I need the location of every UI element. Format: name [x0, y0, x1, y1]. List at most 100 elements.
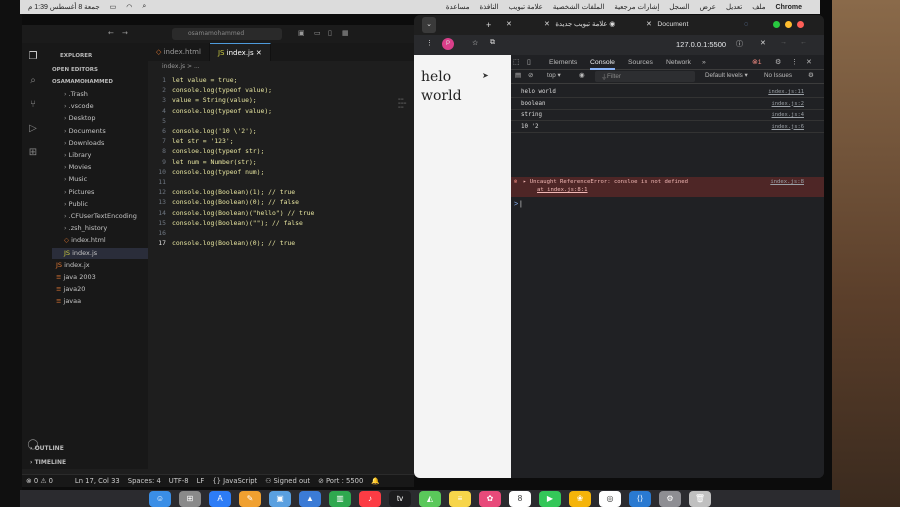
code-line[interactable]: 14 console.log(Boolean)("hello") // true — [148, 208, 414, 218]
folder-item[interactable]: › Movies — [64, 162, 91, 173]
tv-icon[interactable]: tv — [389, 490, 411, 507]
device-toolbar-icon[interactable]: ▯ — [527, 55, 531, 70]
finder-icon[interactable]: ☺ — [149, 490, 171, 507]
tab-console[interactable]: Console — [590, 55, 615, 70]
workspace-root[interactable]: OSAMAMOHAMMED — [52, 77, 113, 88]
code-line[interactable]: 3 value = String(value); — [148, 95, 414, 105]
close-devtools-icon[interactable]: ✕ — [806, 55, 812, 70]
menu-item-history[interactable]: السجل — [669, 3, 689, 11]
folder-item[interactable]: › .zsh_history — [64, 223, 107, 234]
open-editors-section[interactable]: OPEN EDITORS — [52, 65, 98, 76]
new-tab-button[interactable]: + — [486, 17, 491, 33]
console-prompt[interactable]: > | — [514, 201, 522, 208]
trash-icon[interactable]: 🗑 — [689, 490, 711, 507]
stop-loading-icon[interactable]: ✕ — [760, 39, 766, 47]
menu-item-tab[interactable]: علامة تبويب — [509, 3, 543, 11]
photos-icon[interactable]: ✿ — [479, 490, 501, 507]
menu-item-file[interactable]: ملف — [752, 3, 765, 11]
live-server-port[interactable]: ⊘ Port : 5500 — [318, 477, 363, 485]
keynote-icon[interactable]: ▲ — [299, 490, 321, 507]
facetime-icon[interactable]: ▶ — [539, 490, 561, 507]
pages-icon[interactable]: ✎ — [239, 490, 261, 507]
back-arrow-icon[interactable]: ← — [108, 29, 114, 37]
maps-icon[interactable]: ◭ — [419, 490, 441, 507]
close-window-button[interactable] — [797, 21, 804, 28]
minimize-window-button[interactable] — [785, 21, 792, 28]
vscode-icon[interactable]: ⟨⟩ — [629, 490, 651, 507]
code-line[interactable]: 4 console.log(typeof value); — [148, 106, 414, 116]
extension-icon[interactable]: ⧉ — [490, 39, 495, 47]
language-mode[interactable]: {} JavaScript — [212, 477, 257, 485]
folder-item[interactable]: › .CFUserTextEncoding — [64, 211, 137, 222]
console-source-link[interactable]: index.js:2 — [772, 99, 804, 110]
log-levels-dropdown[interactable]: Default levels ▾ — [705, 72, 748, 79]
code-line[interactable]: 10 console.log(typeof num); — [148, 167, 414, 177]
forward-arrow-icon[interactable]: → — [122, 29, 128, 37]
close-icon[interactable]: ✕ — [256, 49, 262, 57]
error-count-badge[interactable]: ⊗1 — [752, 55, 761, 70]
cursor-position[interactable]: Ln 17, Col 33 — [75, 477, 120, 485]
indentation-status[interactable]: Spaces: 4 — [128, 477, 161, 485]
menu-app-name[interactable]: Chrome — [776, 4, 802, 11]
close-icon[interactable]: ✕ — [544, 21, 550, 28]
tab-index-js[interactable]: JS index.js ✕ — [209, 43, 271, 61]
run-debug-icon[interactable]: ▷ — [27, 123, 39, 135]
bookmark-star-icon[interactable]: ☆ — [472, 39, 478, 47]
code-line[interactable]: 8 consloe.log(typeof str); — [148, 146, 414, 156]
notifications-icon[interactable]: 🔔 — [371, 477, 379, 485]
code-line[interactable]: 16 — [148, 228, 414, 238]
menu-item-help[interactable]: مساعدة — [446, 3, 470, 11]
appstore-icon[interactable]: A — [209, 490, 231, 507]
code-line[interactable]: 9 let num = Number(str); — [148, 157, 414, 167]
folder-item[interactable]: › Pictures — [64, 187, 94, 198]
preview-icon[interactable]: ▣ — [269, 490, 291, 507]
encoding-status[interactable]: UTF-8 — [169, 477, 189, 485]
console-filter-input[interactable]: Filter — [595, 71, 695, 82]
tab-network[interactable]: Network — [666, 55, 691, 70]
console-source-link[interactable]: index.js:6 — [772, 122, 804, 133]
code-line[interactable]: 15 console.log(Boolean)(""); // false — [148, 218, 414, 228]
menu-kebab-icon[interactable]: ⋮ — [426, 39, 433, 47]
layout-icon[interactable]: ▣ — [298, 29, 305, 37]
chrome-icon[interactable]: ◎ — [599, 490, 621, 507]
file-item[interactable]: JS index.js — [52, 247, 148, 259]
error-stack-link[interactable]: at index.js:8:1 — [537, 187, 588, 193]
breadcrumb[interactable]: index.js > ... — [162, 63, 200, 70]
file-item[interactable]: ≡ javaa — [56, 296, 81, 307]
account-status[interactable]: ⚇ Signed out — [265, 477, 310, 485]
menu-item-edit[interactable]: تعديل — [726, 3, 742, 11]
code-line[interactable]: 5 — [148, 116, 414, 126]
folder-item[interactable]: › Music — [64, 174, 87, 185]
sidebar-toggle-icon[interactable]: ▯ — [328, 29, 332, 37]
timeline-section[interactable]: › TIMELINE — [30, 459, 66, 466]
site-info-icon[interactable]: ⓘ — [736, 39, 743, 49]
code-line[interactable]: 6 console.log('10 \'2'); — [148, 126, 414, 136]
clock[interactable]: جمعة 8 أغسطس 1:39 م — [28, 3, 100, 11]
context-selector[interactable]: top ▾ — [547, 72, 561, 79]
tab-document[interactable]: ✕ Document — [646, 17, 688, 33]
folder-item[interactable]: › Public — [64, 199, 88, 210]
file-item[interactable]: ≡ java20 — [56, 284, 85, 295]
eol-status[interactable]: LF — [197, 477, 205, 485]
back-icon[interactable]: ← — [800, 39, 807, 46]
console-source-link[interactable]: index.js:11 — [768, 87, 804, 98]
code-line[interactable]: 11 — [148, 177, 414, 187]
tab-index-html[interactable]: ◇ index.html — [148, 43, 210, 61]
close-icon[interactable]: ✕ — [646, 21, 652, 28]
sidebar-toggle-icon[interactable]: ▤ — [515, 72, 521, 79]
folder-item[interactable]: › Desktop — [64, 113, 95, 124]
search-icon[interactable]: ⌕ — [142, 3, 146, 11]
wifi-icon[interactable]: ◠ — [126, 3, 132, 11]
menu-item-bookmarks[interactable]: إشارات مرجعية — [614, 3, 659, 11]
tab-new-tab[interactable]: ✕ علامة تبويب جديدة ◉ — [544, 17, 615, 33]
numbers-icon[interactable]: ▥ — [329, 490, 351, 507]
code-line[interactable]: 17 console.log(Boolean)(0); // true — [148, 238, 414, 248]
folder-item[interactable]: › Library — [64, 150, 91, 161]
panel-icon[interactable]: ▭ — [314, 29, 321, 37]
folder-item[interactable]: › .Trash — [64, 89, 88, 100]
tab-sources[interactable]: Sources — [628, 55, 653, 70]
code-line[interactable]: 2 console.log(typeof value); — [148, 85, 414, 95]
menu-item-view[interactable]: عرض — [699, 3, 716, 11]
address-bar[interactable]: 127.0.0.1:5500 — [676, 38, 726, 52]
folder-item[interactable]: › .vscode — [64, 101, 94, 112]
